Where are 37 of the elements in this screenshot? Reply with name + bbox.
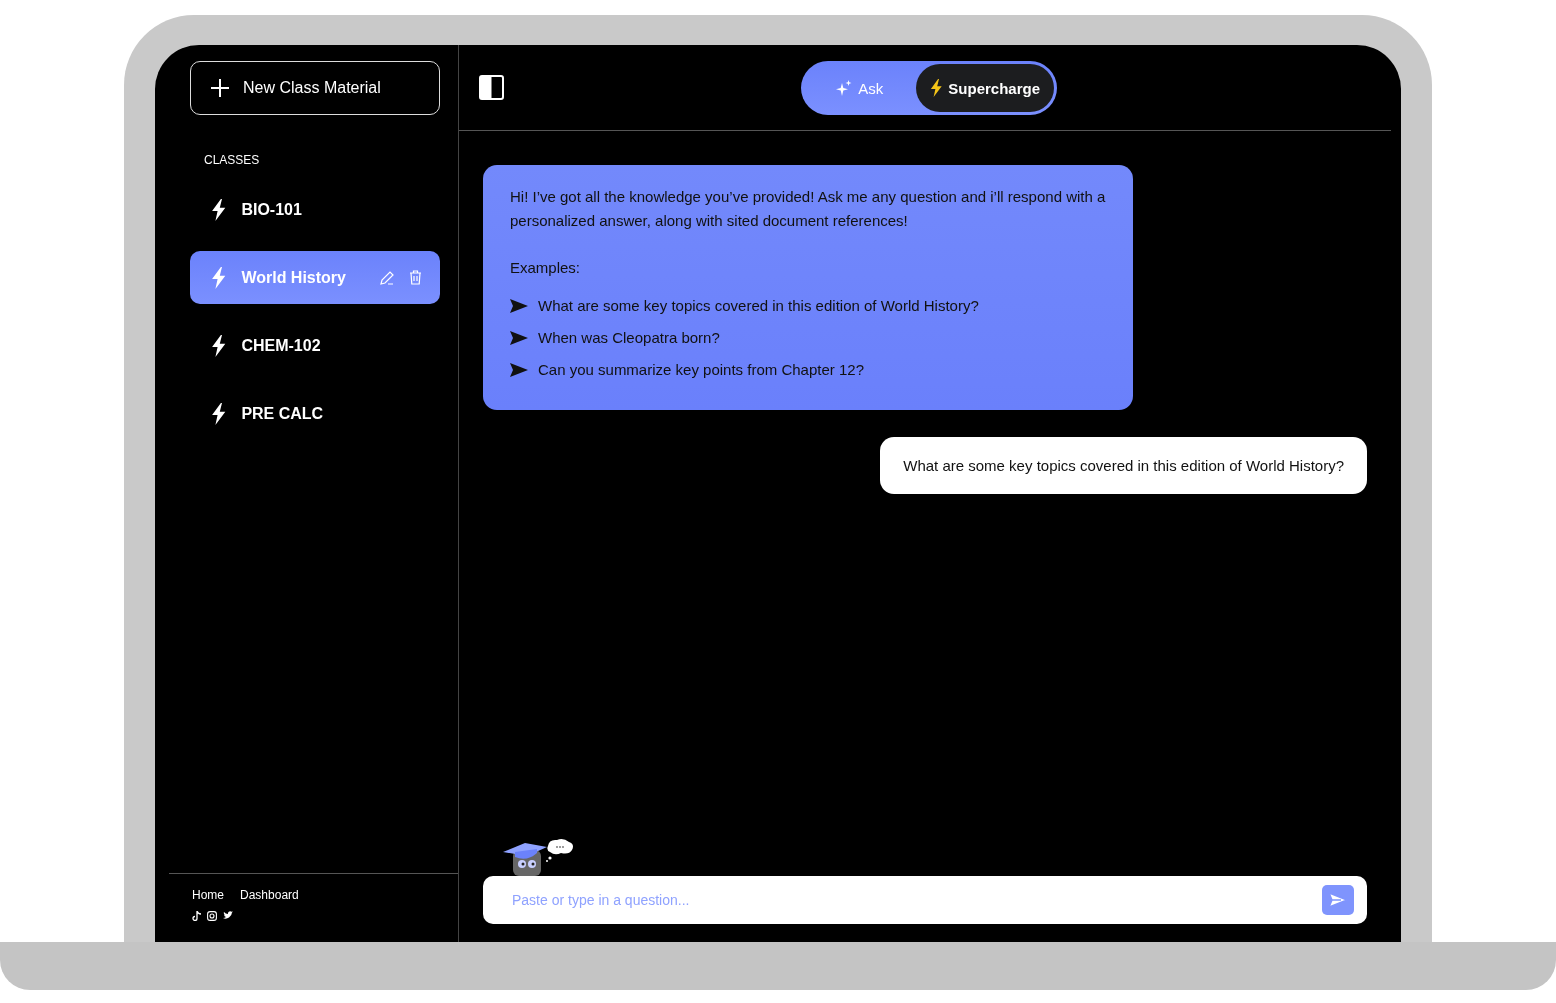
plus-icon: [211, 79, 229, 97]
trash-icon[interactable]: [409, 270, 422, 285]
message-text: Hi! I’ve got all the knowledge you’ve provided! Ask me any question and i’ll respond with a personalized answer, along with sited document references!: [510, 187, 1106, 231]
send-arrow-icon: [510, 363, 528, 377]
class-name: BIO-101: [241, 200, 303, 219]
lightning-icon: [211, 334, 227, 357]
class-item[interactable]: CHEM-102: [190, 319, 440, 372]
bird-icon[interactable]: [223, 911, 233, 920]
user-message: What are some key topics covered in this edition of World History?: [880, 437, 1367, 494]
example-question[interactable]: When was Cleopatra born?: [538, 326, 720, 350]
footer-link[interactable]: Dashboard: [240, 888, 299, 902]
class-item[interactable]: BIO-101: [190, 183, 440, 236]
sidebar-toggle-icon[interactable]: [479, 75, 504, 100]
mode-tab[interactable]: Supercharge: [915, 64, 1054, 112]
class-name: CHEM-102: [241, 336, 322, 355]
class-name: PRE CALC: [241, 404, 325, 423]
examples-title: Examples:: [510, 258, 582, 278]
class-item[interactable]: PRE CALC: [190, 387, 440, 440]
example-question[interactable]: Can you summarize key points from Chapter 12?: [538, 358, 864, 382]
lightning-icon: [211, 402, 227, 425]
sparkle-icon: [836, 80, 853, 96]
send-arrow-icon: [510, 331, 528, 345]
class-name: World History: [241, 268, 347, 287]
music-note-icon[interactable]: [192, 911, 201, 921]
pencil-icon[interactable]: [380, 270, 394, 285]
lightning-icon: [929, 79, 943, 97]
footer-link[interactable]: Home: [192, 888, 224, 902]
new-class-material-button[interactable]: New Class Material: [190, 61, 440, 115]
send-icon: [1329, 893, 1347, 907]
question-field[interactable]: Paste or type in a question...: [483, 876, 1367, 924]
lightning-icon: [211, 266, 227, 289]
example-question[interactable]: What are some key topics covered in this edition of World History?: [538, 294, 979, 318]
send-arrow-icon: [510, 299, 528, 313]
lightning-icon: [211, 198, 227, 221]
section-title: CLASSES: [204, 153, 261, 167]
send-button[interactable]: [1322, 885, 1354, 915]
camera-icon[interactable]: [207, 911, 217, 921]
